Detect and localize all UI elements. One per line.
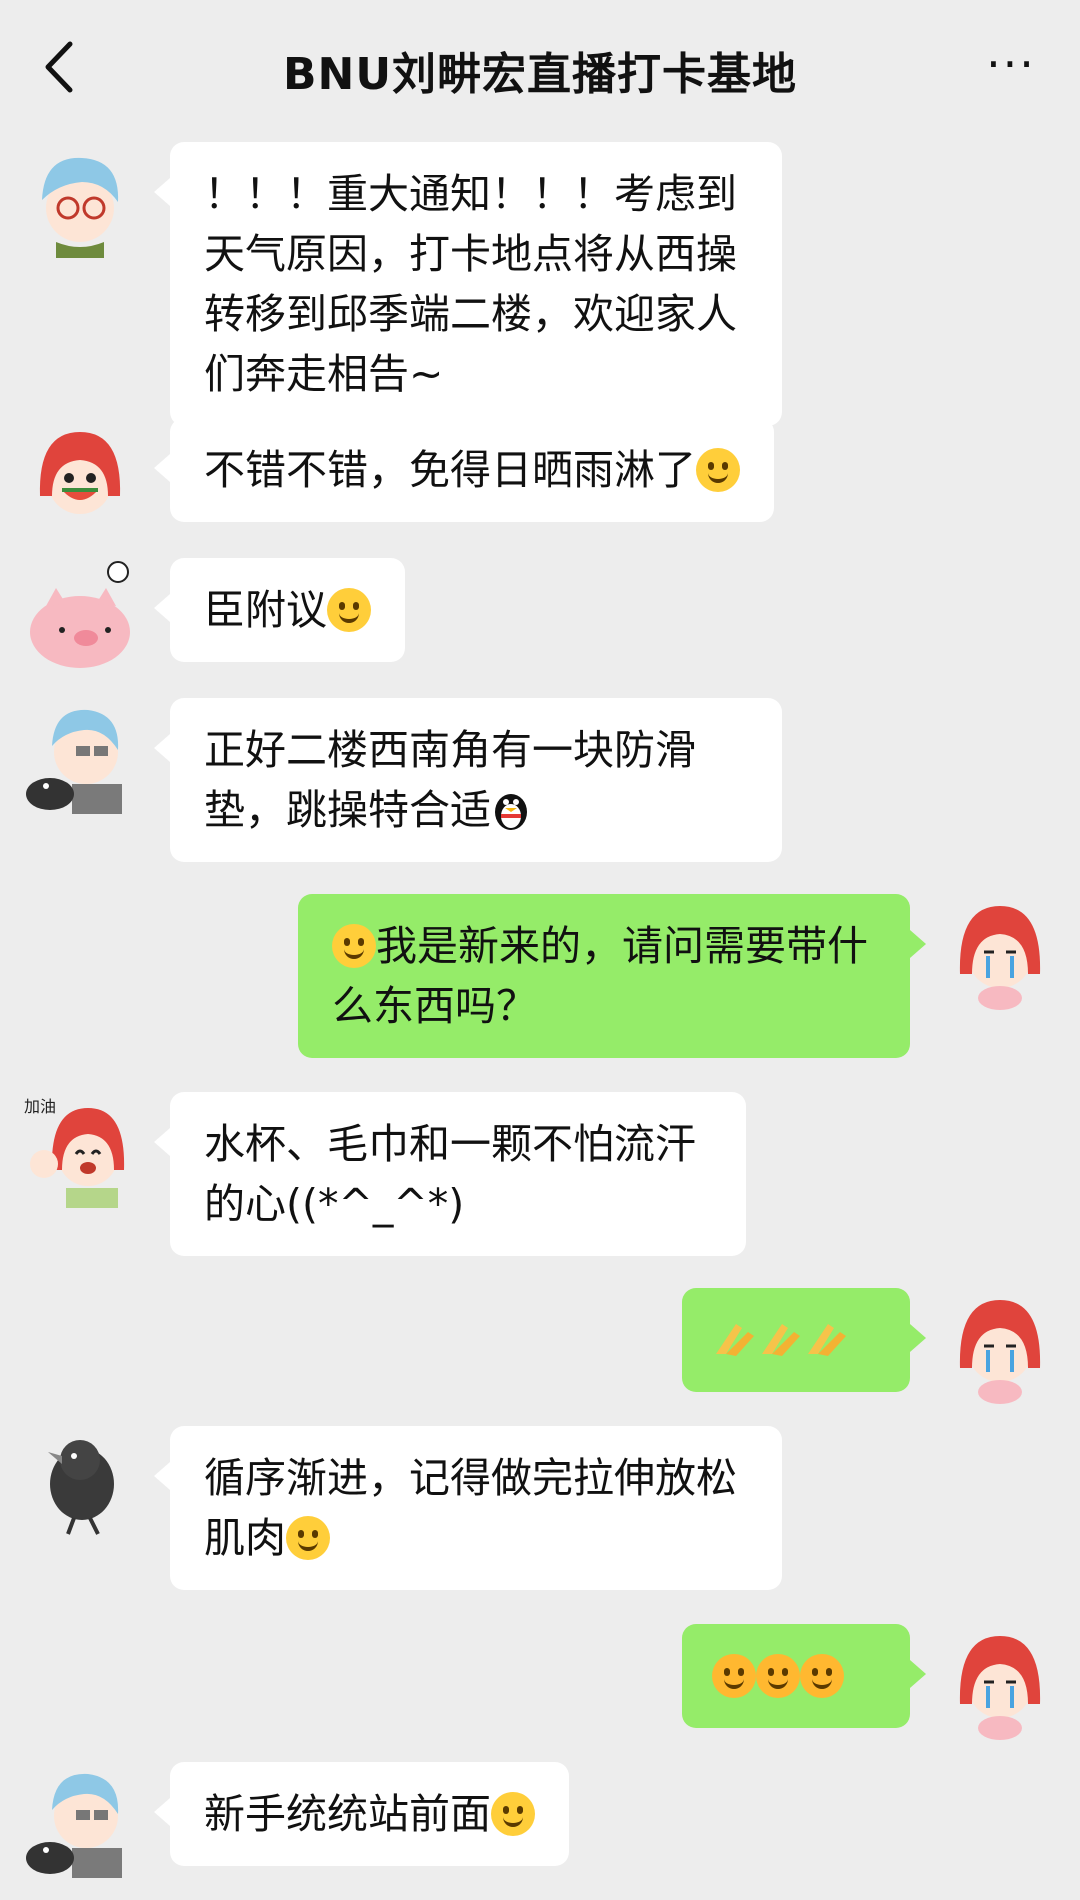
avatar-blue-hair-glasses-icon[interactable] xyxy=(22,142,138,258)
smile-emoji-icon xyxy=(286,1516,330,1560)
grin-emoji-icon xyxy=(696,448,740,492)
message-bubble[interactable]: 臣附议 xyxy=(154,558,405,662)
clap-hands-emoji-icon xyxy=(804,1316,850,1358)
penguin-emoji-icon xyxy=(491,786,531,832)
message-bubble[interactable]: 正好二楼西南角有一块防滑垫，跳操特合适 xyxy=(154,698,782,862)
avatar-red-hair-cheering-icon[interactable]: 加油 xyxy=(22,1092,138,1208)
squint-grin-emoji-icon xyxy=(491,1792,535,1836)
message-text: 水杯、毛巾和一颗不怕流汗的心((*^_^*) xyxy=(204,1120,696,1228)
chat-title: BNU刘畊宏直播打卡基地 xyxy=(282,49,798,100)
message-bubble[interactable] xyxy=(682,1288,926,1392)
message-text: 不错不错，免得日晒雨淋了 xyxy=(204,446,696,494)
message-bubble[interactable]: 我是新来的，请问需要带什么东西吗？ xyxy=(298,894,926,1058)
more-options-icon[interactable]: ··· xyxy=(976,34,1046,94)
avatar-red-hair-crying-icon[interactable] xyxy=(942,894,1058,1010)
avatar-old-man-with-bird-icon[interactable] xyxy=(22,1762,138,1878)
message-bubble[interactable] xyxy=(682,1624,926,1728)
avatar-red-hair-crying-icon[interactable] xyxy=(942,1288,1058,1404)
headband-fist-emoji-icon xyxy=(800,1654,844,1698)
message-text: ！！！重大通知！！！考虑到天气原因，打卡地点将从西操转移到邱季端二楼，欢迎家人们… xyxy=(204,170,737,398)
avatar-red-hair-watermelon-icon[interactable] xyxy=(22,418,138,534)
message-bubble[interactable]: 不错不错，免得日晒雨淋了 xyxy=(154,418,774,522)
message-bubble[interactable]: ！！！重大通知！！！考虑到天气原因，打卡地点将从西操转移到邱季端二楼，欢迎家人们… xyxy=(154,142,782,426)
message-text: 我是新来的，请问需要带什么东西吗？ xyxy=(332,922,868,1030)
svg-text:加油: 加油 xyxy=(24,1097,56,1116)
pleading-face-emoji-icon xyxy=(332,924,376,968)
message-text: 循序渐进，记得做完拉伸放松肌肉 xyxy=(204,1454,737,1562)
message-bubble[interactable]: 水杯、毛巾和一颗不怕流汗的心((*^_^*) xyxy=(154,1092,746,1256)
message-bubble[interactable]: 新手统统站前面 xyxy=(154,1762,569,1866)
message-text: 臣附议 xyxy=(204,586,327,634)
avatar-old-man-with-bird-icon[interactable] xyxy=(22,698,138,814)
headband-fist-emoji-icon xyxy=(756,1654,800,1698)
headband-fist-emoji-icon xyxy=(712,1654,756,1698)
message-text: 正好二楼西南角有一块防滑垫，跳操特合适 xyxy=(204,726,696,834)
avatar-red-hair-crying-icon[interactable] xyxy=(942,1624,1058,1740)
avatar-black-bird-icon[interactable] xyxy=(22,1426,138,1542)
message-text: 新手统统站前面 xyxy=(204,1790,491,1838)
title-bar: BNU刘畊宏直播打卡基地 ··· xyxy=(0,0,1080,132)
message-list[interactable]: ！！！重大通知！！！考虑到天气原因，打卡地点将从西操转移到邱季端二楼，欢迎家人们… xyxy=(0,132,1080,1900)
clap-hands-emoji-icon xyxy=(712,1316,758,1358)
ok-hand-face-emoji-icon xyxy=(327,588,371,632)
message-bubble[interactable]: 循序渐进，记得做完拉伸放松肌肉 xyxy=(154,1426,782,1590)
clap-hands-emoji-icon xyxy=(758,1316,804,1358)
avatar-pink-pig-icon[interactable] xyxy=(22,558,138,674)
